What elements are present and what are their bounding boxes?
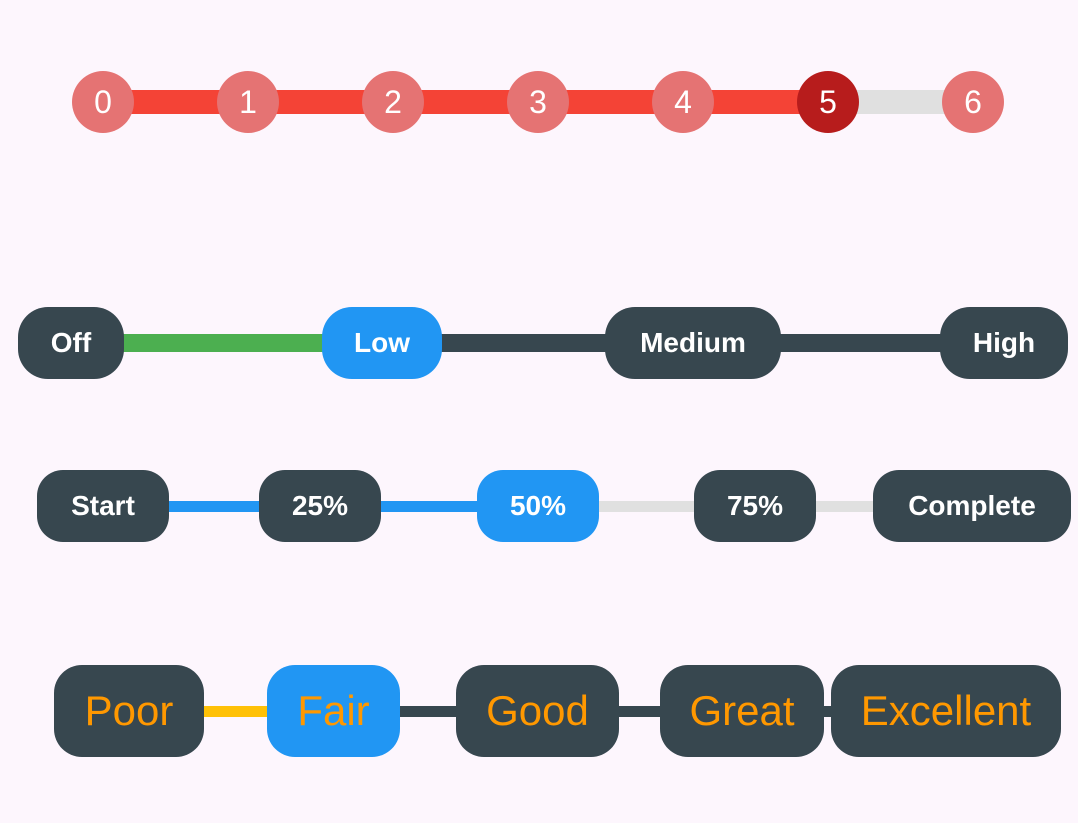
step-node-0[interactable]: 0 [72,71,134,133]
progress-node-50[interactable]: 50% [477,470,599,542]
step-node-1[interactable]: 1 [217,71,279,133]
progress-node-25[interactable]: 25% [259,470,381,542]
numeric-step-slider[interactable]: 0 1 2 3 4 5 6 [0,70,1078,134]
rating-node-excellent[interactable]: Excellent [831,665,1061,757]
progress-slider[interactable]: Start 25% 50% 75% Complete [0,469,1078,543]
step-node-4[interactable]: 4 [652,71,714,133]
rating-node-great[interactable]: Great [660,665,824,757]
level-node-medium[interactable]: Medium [605,307,781,379]
level-slider[interactable]: Off Low Medium High [0,306,1078,380]
rating-node-poor[interactable]: Poor [54,665,204,757]
slider-track-active[interactable] [103,90,828,114]
step-node-6[interactable]: 6 [942,71,1004,133]
progress-node-complete[interactable]: Complete [873,470,1071,542]
level-node-low[interactable]: Low [322,307,442,379]
level-node-high[interactable]: High [940,307,1068,379]
level-node-off[interactable]: Off [18,307,124,379]
rating-node-good[interactable]: Good [456,665,619,757]
step-node-3[interactable]: 3 [507,71,569,133]
progress-node-75[interactable]: 75% [694,470,816,542]
rating-slider[interactable]: Poor Fair Good Great Excellent [0,664,1078,758]
step-node-2[interactable]: 2 [362,71,424,133]
progress-node-start[interactable]: Start [37,470,169,542]
rating-node-fair[interactable]: Fair [267,665,400,757]
step-node-5[interactable]: 5 [797,71,859,133]
